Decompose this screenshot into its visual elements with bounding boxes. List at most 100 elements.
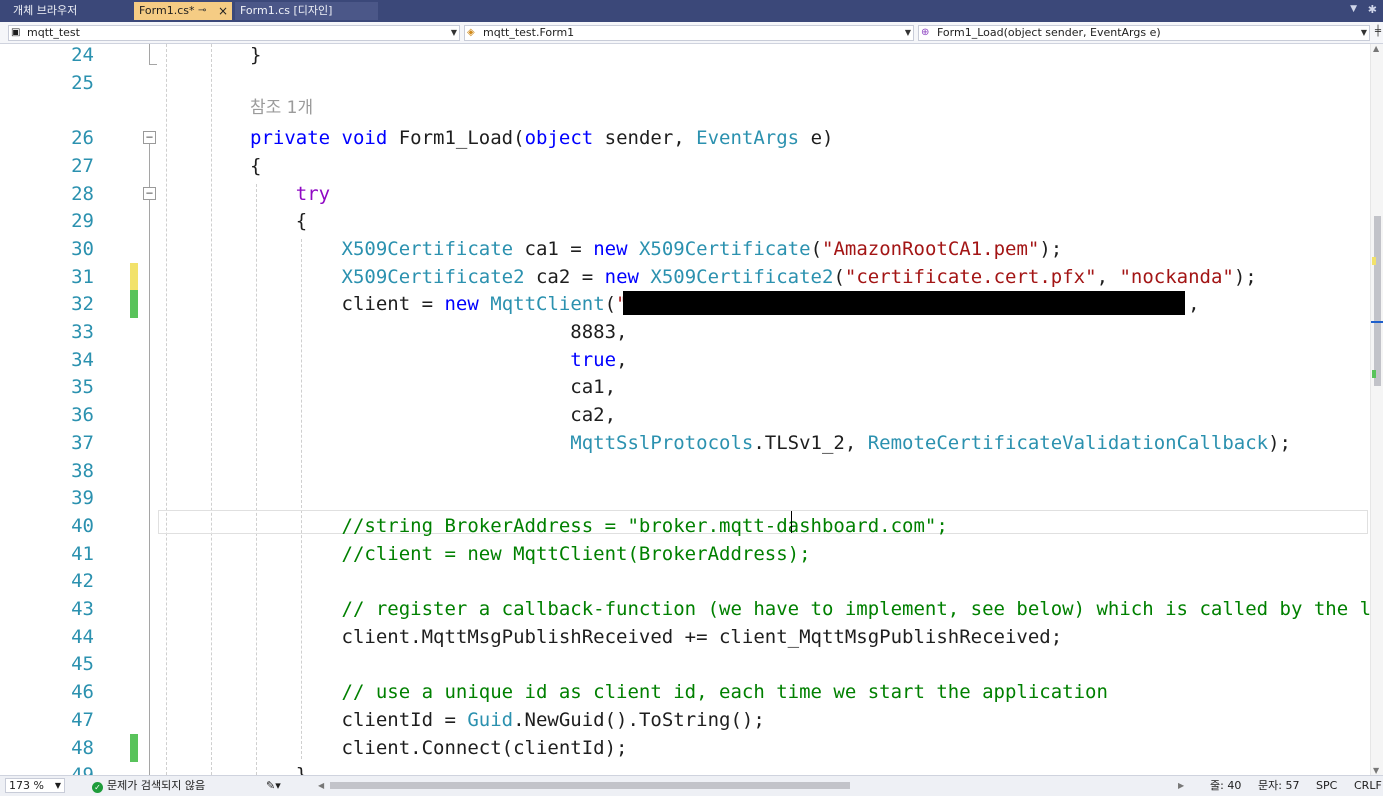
- code-line[interactable]: 41 //client = new MqttClient(BrokerAddre…: [0, 540, 1370, 568]
- code-line[interactable]: 44 client.MqttMsgPublishReceived += clie…: [0, 623, 1370, 651]
- code-line[interactable]: 49 }: [0, 761, 1370, 775]
- code-token: X509Certificate: [341, 238, 514, 260]
- code-line[interactable]: 36 ca2,: [0, 401, 1370, 429]
- code-editor[interactable]: 참조 1개 24} 25 26 − private void Form1_Load(ob…: [0, 44, 1370, 775]
- code-text: try: [250, 180, 330, 208]
- line-number: 45: [71, 653, 94, 675]
- vertical-scrollbar[interactable]: ▲ ▼: [1370, 44, 1383, 775]
- code-token: (: [604, 293, 617, 315]
- split-editor-icon[interactable]: ╪: [1375, 26, 1381, 37]
- tab-list-dropdown-icon[interactable]: ▼: [1350, 4, 1357, 14]
- class-dropdown[interactable]: ◈ mqtt_test.Form1 ▼: [464, 25, 914, 41]
- line-ending-indicator[interactable]: CRLF: [1354, 779, 1382, 793]
- line-number: 44: [71, 626, 94, 648]
- code-token: ,: [616, 349, 628, 371]
- document-tab-strip: 개체 브라우저 Form1.cs* ⊸ × Form1.cs [디자인] ▼ ✱: [0, 0, 1383, 22]
- code-line[interactable]: 27 {: [0, 152, 1370, 180]
- tab-form1-design[interactable]: Form1.cs [디자인]: [235, 2, 378, 20]
- code-line[interactable]: 34 true,: [0, 346, 1370, 374]
- code-line[interactable]: 24}: [0, 44, 1370, 69]
- code-text: // use a unique id as client id, each ti…: [250, 678, 1108, 706]
- code-line[interactable]: 47 clientId = Guid.NewGuid().ToString();: [0, 706, 1370, 734]
- code-line[interactable]: 45: [0, 650, 1370, 678]
- line-number: 28: [71, 183, 94, 205]
- code-cleanup-icon[interactable]: ✎▾: [266, 779, 281, 793]
- code-token: .NewGuid().ToString();: [513, 709, 765, 731]
- code-text: ca2,: [250, 401, 616, 429]
- code-token: private: [250, 127, 331, 149]
- chevron-down-icon: ▼: [1360, 28, 1367, 37]
- code-token: //client = new MqttClient(BrokerAddress)…: [341, 543, 811, 565]
- scroll-right-icon[interactable]: ▶: [1178, 779, 1184, 793]
- code-line[interactable]: 42: [0, 567, 1370, 595]
- code-token: {: [250, 210, 308, 232]
- close-icon[interactable]: ×: [218, 2, 228, 20]
- code-line[interactable]: 48 client.Connect(clientId);: [0, 734, 1370, 762]
- code-token: new: [604, 266, 639, 288]
- code-line[interactable]: 33 8883,: [0, 318, 1370, 346]
- line-number: 49: [71, 764, 94, 775]
- code-token: );: [1233, 266, 1257, 288]
- class-icon: ◈: [467, 27, 475, 38]
- issues-indicator[interactable]: ✓ 문제가 검색되지 않음: [92, 779, 205, 793]
- code-token: );: [1268, 432, 1291, 454]
- code-token: clientId =: [250, 709, 468, 731]
- code-line[interactable]: 31 X509Certificate2 ca2 = new X509Certif…: [0, 263, 1370, 291]
- member-dropdown[interactable]: ⊕ Form1_Load(object sender, EventArgs e)…: [918, 25, 1370, 41]
- code-token: }: [250, 764, 308, 775]
- code-line[interactable]: 38: [0, 457, 1370, 485]
- code-line[interactable]: 39: [0, 484, 1370, 512]
- code-line[interactable]: 46 // use a unique id as client id, each…: [0, 678, 1370, 706]
- code-token: new: [593, 238, 628, 260]
- line-number: 47: [71, 709, 94, 731]
- code-line[interactable]: 25: [0, 69, 1370, 97]
- scroll-down-icon[interactable]: ▼: [1373, 766, 1379, 775]
- member-dropdown-value: Form1_Load(object sender, EventArgs e): [937, 26, 1161, 39]
- scrollbar-thumb[interactable]: [1374, 216, 1381, 386]
- gear-icon[interactable]: ✱: [1368, 3, 1377, 16]
- line-number: 38: [71, 460, 94, 482]
- code-token: //string BrokerAddress = "broker.mqtt-da…: [341, 515, 948, 537]
- char-indicator[interactable]: 문자: 57: [1258, 779, 1299, 793]
- scroll-up-icon[interactable]: ▲: [1373, 44, 1379, 53]
- line-number: 31: [71, 266, 94, 288]
- code-line[interactable]: 30 X509Certificate ca1 = new X509Certifi…: [0, 235, 1370, 263]
- line-indicator[interactable]: 줄: 40: [1210, 779, 1241, 793]
- pin-icon[interactable]: ⊸: [198, 2, 206, 20]
- line-number: 24: [71, 44, 94, 66]
- code-line[interactable]: 29 {: [0, 207, 1370, 235]
- code-line[interactable]: 26 − private void Form1_Load(object sender…: [0, 124, 1370, 152]
- code-token: Guid: [467, 709, 514, 731]
- code-line[interactable]: 35 ca1,: [0, 373, 1370, 401]
- code-token: client.MqttMsgPublishReceived += client_…: [250, 626, 1063, 648]
- collapse-icon[interactable]: −: [143, 187, 156, 200]
- zoom-dropdown[interactable]: 173 % ▼: [5, 778, 65, 793]
- line-number: 29: [71, 210, 94, 232]
- code-line[interactable]: 37 MqttSslProtocols.TLSv1_2, RemoteCerti…: [0, 429, 1370, 457]
- code-line[interactable]: 28 − try: [0, 180, 1370, 208]
- collapse-icon[interactable]: −: [143, 131, 156, 144]
- tab-form1-cs[interactable]: Form1.cs* ⊸ ×: [134, 2, 232, 20]
- code-text: //string BrokerAddress = "broker.mqtt-da…: [250, 512, 948, 540]
- project-dropdown[interactable]: ▣ mqtt_test ▼: [8, 25, 460, 41]
- code-token: void: [341, 127, 388, 149]
- code-line[interactable]: 40 //string BrokerAddress = "broker.mqtt…: [0, 512, 1370, 540]
- scroll-left-icon[interactable]: ◀: [318, 779, 324, 793]
- line-number: 46: [71, 681, 94, 703]
- tab-object-browser[interactable]: 개체 브라우저: [8, 2, 130, 20]
- reference-count-hint[interactable]: 참조 1개: [250, 94, 313, 122]
- code-text: }: [250, 44, 261, 69]
- line-number: 27: [71, 155, 94, 177]
- line-number: 43: [71, 598, 94, 620]
- whitespace-indicator[interactable]: SPC: [1316, 779, 1337, 793]
- horizontal-scrollbar-thumb[interactable]: [330, 782, 850, 789]
- code-token: sender,: [593, 127, 697, 149]
- code-line[interactable]: 43 // register a callback-function (we h…: [0, 595, 1370, 623]
